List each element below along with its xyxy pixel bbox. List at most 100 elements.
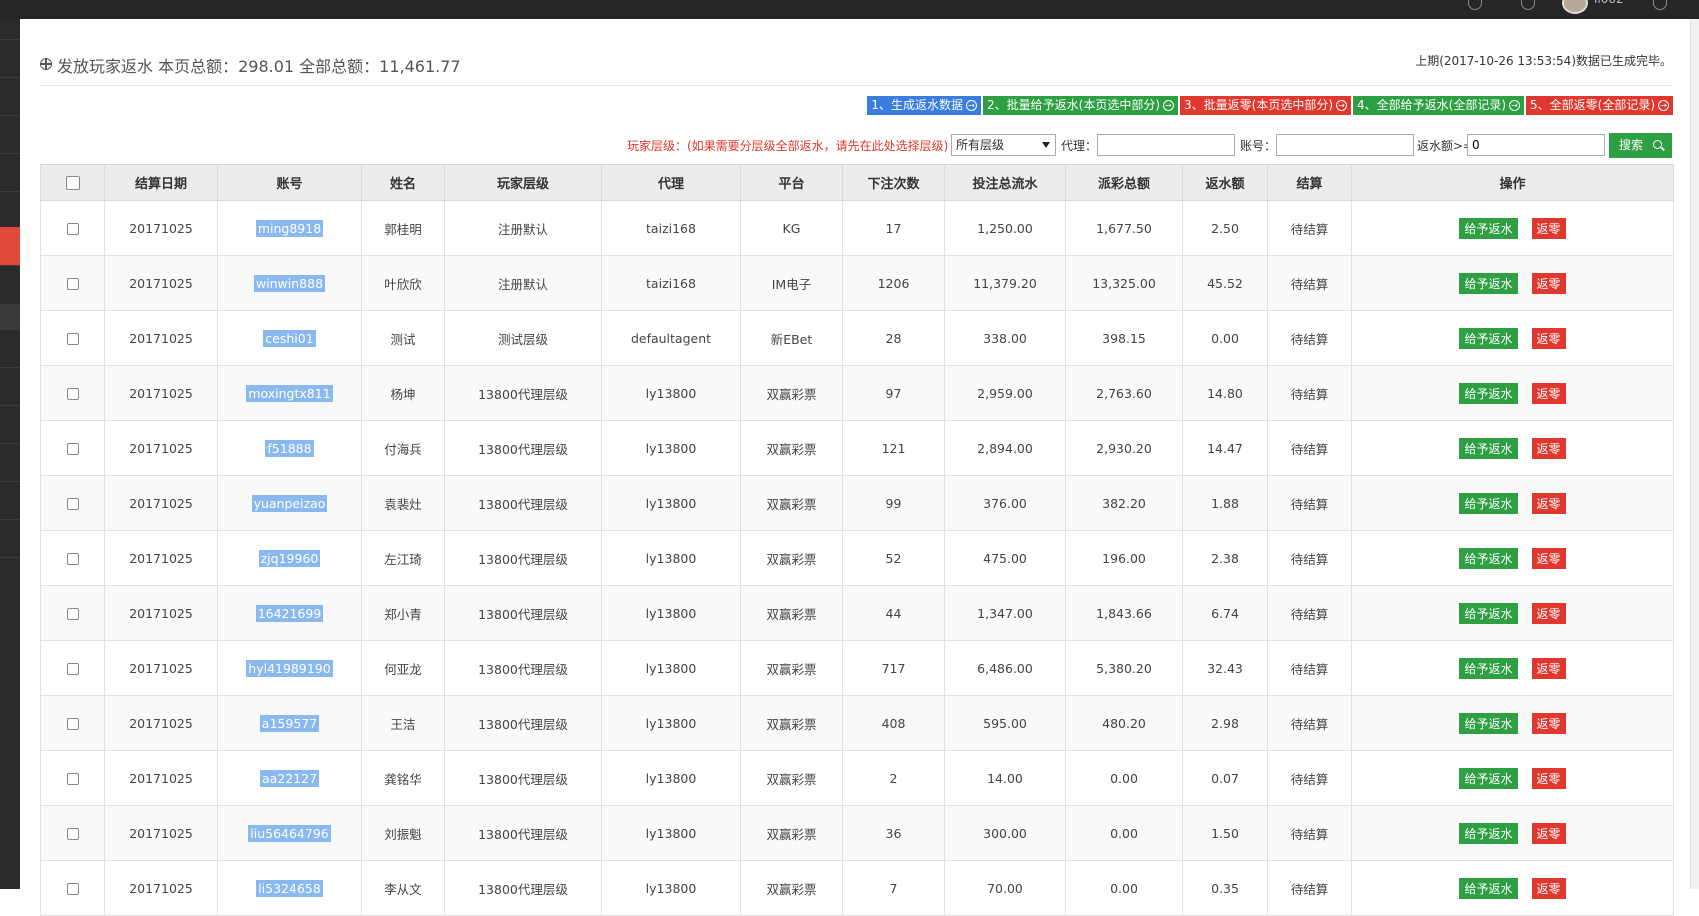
account-link[interactable]: 16421699 — [255, 604, 324, 622]
table-cell: 382.20 — [1065, 475, 1183, 531]
table-cell: 13800代理层级 — [444, 530, 602, 586]
zero-rebate-button[interactable]: 返零 — [1531, 492, 1566, 514]
row-checkbox[interactable] — [66, 278, 79, 290]
give-rebate-button[interactable]: 给予返水 — [1459, 272, 1518, 294]
row-checkbox[interactable] — [66, 388, 79, 400]
table-cell: 36 — [842, 805, 945, 861]
table-cell: 待结算 — [1267, 585, 1352, 641]
table-cell: ly13800 — [601, 585, 741, 641]
row-checkbox[interactable] — [66, 553, 79, 565]
table-cell: 44 — [842, 585, 945, 641]
row-checkbox[interactable] — [66, 443, 79, 455]
give-rebate-button[interactable]: 给予返水 — [1459, 602, 1518, 624]
account-link[interactable]: zjq19960 — [258, 549, 321, 567]
account-link[interactable]: hyl41989190 — [246, 659, 333, 677]
row-select-cell — [40, 365, 105, 421]
row-checkbox[interactable] — [66, 333, 79, 345]
account-link[interactable]: f51888 — [265, 439, 314, 457]
bell-icon[interactable] — [1521, 0, 1535, 10]
row-checkbox[interactable] — [66, 828, 79, 840]
row-checkbox[interactable] — [66, 498, 79, 510]
zero-rebate-button[interactable]: 返零 — [1531, 327, 1566, 349]
agent-input[interactable] — [1097, 134, 1235, 156]
zero-rebate-button[interactable]: 返零 — [1531, 602, 1566, 624]
row-checkbox[interactable] — [66, 663, 79, 675]
row-select-cell — [40, 310, 105, 366]
table-row: 20171025 hyl41989190 何亚龙 13800代理层级 ly13800 双赢… — [40, 640, 1674, 696]
table-cell: 付海兵 — [361, 420, 445, 476]
action-button-4[interactable]: 4、全部给予返水(全部记录) → — [1353, 96, 1524, 115]
operation-cell: 给予返水 返零 — [1351, 585, 1674, 641]
row-checkbox[interactable] — [66, 223, 79, 235]
rebate-min-input[interactable] — [1467, 134, 1605, 156]
give-rebate-button[interactable]: 给予返水 — [1459, 712, 1518, 734]
account-input[interactable] — [1276, 134, 1414, 156]
give-rebate-button[interactable]: 给予返水 — [1459, 877, 1518, 899]
table-cell: 20171025 — [104, 640, 218, 696]
give-rebate-button[interactable]: 给予返水 — [1459, 822, 1518, 844]
table-header-row: 结算日期 账号 姓名 玩家层级 代理 平台 下注次数 投注总流水 派彩总额 返水… — [40, 164, 1674, 201]
zero-rebate-button[interactable]: 返零 — [1531, 767, 1566, 789]
row-checkbox[interactable] — [66, 718, 79, 730]
logout-icon[interactable] — [1653, 0, 1667, 10]
zero-rebate-button[interactable]: 返零 — [1531, 712, 1566, 734]
account-link[interactable]: yuanpeizao — [251, 494, 328, 512]
username[interactable]: li062 — [1594, 0, 1624, 6]
action-button-2[interactable]: 2、批量给予返水(本页选中部分) → — [983, 96, 1178, 115]
account-link[interactable]: ming8918 — [255, 219, 324, 237]
table-row: 20171025 16421699 郑小青 13800代理层级 ly13800 双赢彩票 4… — [40, 585, 1674, 641]
account-link[interactable]: moxingtx811 — [246, 384, 333, 402]
account-link[interactable]: ceshi01 — [263, 329, 316, 347]
table-cell: ly13800 — [601, 475, 741, 531]
zero-rebate-button[interactable]: 返零 — [1531, 877, 1566, 899]
zero-rebate-button[interactable]: 返零 — [1531, 382, 1566, 404]
table-cell: ly13800 — [601, 365, 741, 421]
account-link[interactable]: a159577 — [259, 714, 320, 732]
give-rebate-button[interactable]: 给予返水 — [1459, 547, 1518, 569]
table-cell: 左江琦 — [361, 530, 445, 586]
action-button-5[interactable]: 5、全部返零(全部记录) → — [1526, 96, 1673, 115]
action-button-3[interactable]: 3、批量返零(本页选中部分) → — [1180, 96, 1351, 115]
give-rebate-button[interactable]: 给予返水 — [1459, 492, 1518, 514]
zero-rebate-button[interactable]: 返零 — [1531, 547, 1566, 569]
zero-rebate-button[interactable]: 返零 — [1531, 272, 1566, 294]
give-rebate-button[interactable]: 给予返水 — [1459, 437, 1518, 459]
account-cell: hyl41989190 — [217, 640, 362, 696]
account-link[interactable]: li5324658 — [256, 879, 323, 897]
account-link[interactable]: winwin888 — [253, 274, 326, 292]
give-rebate-button[interactable]: 给予返水 — [1459, 382, 1518, 404]
table-cell: 13800代理层级 — [444, 420, 602, 476]
zero-rebate-button[interactable]: 返零 — [1531, 217, 1566, 239]
give-rebate-button[interactable]: 给予返水 — [1459, 767, 1518, 789]
zero-rebate-button[interactable]: 返零 — [1531, 822, 1566, 844]
table-cell: 刘振魁 — [361, 805, 445, 861]
account-link[interactable]: liu56464796 — [248, 824, 331, 842]
table-cell: 376.00 — [944, 475, 1066, 531]
sidebar-item[interactable] — [0, 304, 20, 330]
account-link[interactable]: aa22127 — [259, 769, 320, 787]
table-cell: 480.20 — [1065, 695, 1183, 751]
action-button-1[interactable]: 1、生成返水数据 → — [867, 96, 981, 115]
table-row: 20171025 li5324658 李从文 13800代理层级 ly13800 双赢彩票… — [40, 860, 1674, 916]
table-cell: 475.00 — [944, 530, 1066, 586]
col-header: 代理 — [601, 164, 741, 201]
table-cell: 待结算 — [1267, 310, 1352, 366]
table-cell: 13800代理层级 — [444, 805, 602, 861]
sidebar-item-active[interactable] — [0, 227, 20, 265]
give-rebate-button[interactable]: 给予返水 — [1459, 217, 1518, 239]
avatar[interactable] — [1562, 0, 1588, 14]
row-checkbox[interactable] — [66, 883, 79, 895]
zero-rebate-button[interactable]: 返零 — [1531, 657, 1566, 679]
row-checkbox[interactable] — [66, 608, 79, 620]
select-all-checkbox[interactable] — [65, 175, 80, 190]
account-cell: f51888 — [217, 420, 362, 476]
row-checkbox[interactable] — [66, 773, 79, 785]
level-select-value: 所有层级 — [956, 138, 1005, 152]
search-button[interactable]: 搜索 — [1609, 133, 1672, 158]
give-rebate-button[interactable]: 给予返水 — [1459, 327, 1518, 349]
level-select[interactable]: 所有层级 — [951, 134, 1056, 156]
action-button-label: 4、全部给予返水(全部记录) — [1357, 98, 1506, 112]
give-rebate-button[interactable]: 给予返水 — [1459, 657, 1518, 679]
phone-icon[interactable] — [1468, 0, 1482, 10]
zero-rebate-button[interactable]: 返零 — [1531, 437, 1566, 459]
